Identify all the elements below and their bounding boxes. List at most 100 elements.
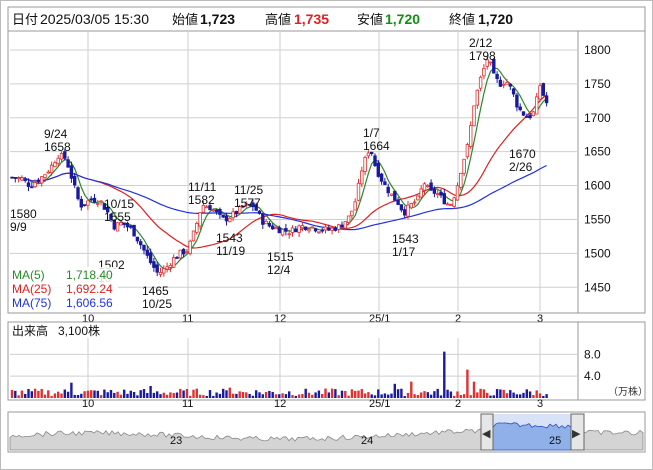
volume-bar (330, 388, 334, 398)
volume-date-tick-label: 12 (274, 398, 286, 410)
candle-up (409, 203, 413, 209)
candle-down (221, 214, 225, 218)
volume-bar (314, 392, 317, 398)
volume-bar (202, 395, 205, 398)
candle-down (142, 244, 146, 251)
candle-down (528, 114, 532, 119)
volume-bar (311, 394, 314, 398)
legend-label: MA(75) (12, 296, 51, 310)
candle-down (303, 226, 308, 230)
volume-bar (294, 395, 297, 398)
candle-up (482, 67, 486, 77)
candle-up (96, 202, 100, 205)
volume-bar (149, 386, 152, 398)
volume-bar (350, 389, 354, 398)
candle-up (478, 76, 483, 89)
volume-bar (297, 394, 301, 398)
low-label: 安値 (357, 12, 383, 27)
candle-up (445, 203, 450, 206)
annotation-bottom: 1658 (44, 140, 71, 154)
volume-bar (423, 391, 426, 398)
volume-date-tick-label: 11 (182, 398, 193, 410)
candle-down (333, 227, 338, 231)
candle-down (525, 116, 529, 118)
volume-bar (489, 395, 492, 398)
legend-value: 1,718.40 (66, 268, 113, 282)
candle-up (287, 233, 291, 236)
volume-bar (192, 389, 195, 398)
volume-bar (76, 395, 80, 398)
candle-down (402, 209, 407, 216)
volume-bar (525, 389, 528, 398)
navigator-left-handle[interactable]: ◀ (480, 413, 494, 451)
annotation-bottom: 2/26 (509, 160, 533, 174)
volume-bar (509, 390, 512, 398)
open-label: 始値 (172, 12, 198, 27)
volume-bar (123, 389, 126, 398)
price-tick-label: 1650 (584, 145, 611, 159)
navigator-label-23: 23 (170, 435, 182, 447)
volume-bar (235, 393, 238, 398)
range-navigator[interactable]: ◀ ▶ 23 24 25 (7, 411, 646, 453)
candle-up (43, 174, 47, 178)
annotation-bottom: 1555 (104, 210, 131, 224)
candle-down (515, 94, 519, 108)
candle-up (274, 227, 278, 230)
low-value: 1,720 (385, 11, 420, 27)
candle-up (307, 228, 311, 232)
volume-bar (304, 388, 307, 398)
volume-bar (512, 392, 515, 398)
volume-bar (393, 383, 396, 398)
volume-bar (429, 394, 433, 398)
candle-up (323, 226, 328, 231)
volume-bar (198, 394, 202, 398)
volume-bar (363, 393, 367, 398)
volume-bar (182, 390, 185, 398)
candle-down (386, 186, 390, 194)
candle-down (129, 225, 133, 228)
volume-bar (179, 388, 182, 398)
volume-bar (406, 392, 410, 398)
candle-up (231, 211, 235, 219)
candle-down (224, 215, 229, 222)
volume-bar (410, 381, 413, 398)
candle-up (475, 89, 479, 106)
volume-bar (321, 394, 324, 398)
candle-down (92, 197, 97, 203)
price-tick-label: 1550 (584, 212, 611, 226)
volume-bar (27, 388, 30, 398)
volume-bar (215, 392, 218, 398)
candle-down (175, 257, 179, 259)
navigator-label-24: 24 (361, 435, 373, 447)
volume-bar (218, 393, 222, 398)
volume-date-tick-label: 3 (537, 398, 543, 410)
candle-up (412, 201, 417, 204)
price-tick-label: 1700 (584, 111, 611, 125)
navigator-right-handle[interactable]: ▶ (570, 413, 585, 451)
volume-bar (255, 390, 258, 398)
candle-up (356, 182, 361, 201)
volume-bar (169, 392, 172, 398)
volume-bar (132, 391, 136, 398)
candle-down (138, 241, 143, 246)
candle-down (521, 111, 526, 116)
candle-down (73, 175, 77, 186)
high-label: 高値 (265, 12, 291, 27)
candle-down (327, 227, 331, 231)
candle-up (20, 177, 24, 181)
annotation-bottom: 1/17 (392, 245, 416, 259)
volume-bar (528, 391, 532, 398)
candle-up (426, 185, 430, 187)
volume-bar (50, 395, 53, 398)
volume-bar (495, 389, 499, 398)
close-value: 1,720 (478, 11, 513, 27)
chevron-right-icon[interactable]: ▶ (572, 428, 581, 440)
volume-panel-frame (7, 321, 646, 401)
volume-bar (499, 389, 502, 398)
volume-bar (486, 392, 489, 398)
candle-up (211, 209, 215, 212)
annotation-top: 1580 (10, 207, 37, 221)
chevron-left-icon[interactable]: ◀ (482, 428, 491, 440)
candle-up (449, 204, 453, 207)
volume-bar (347, 395, 350, 398)
